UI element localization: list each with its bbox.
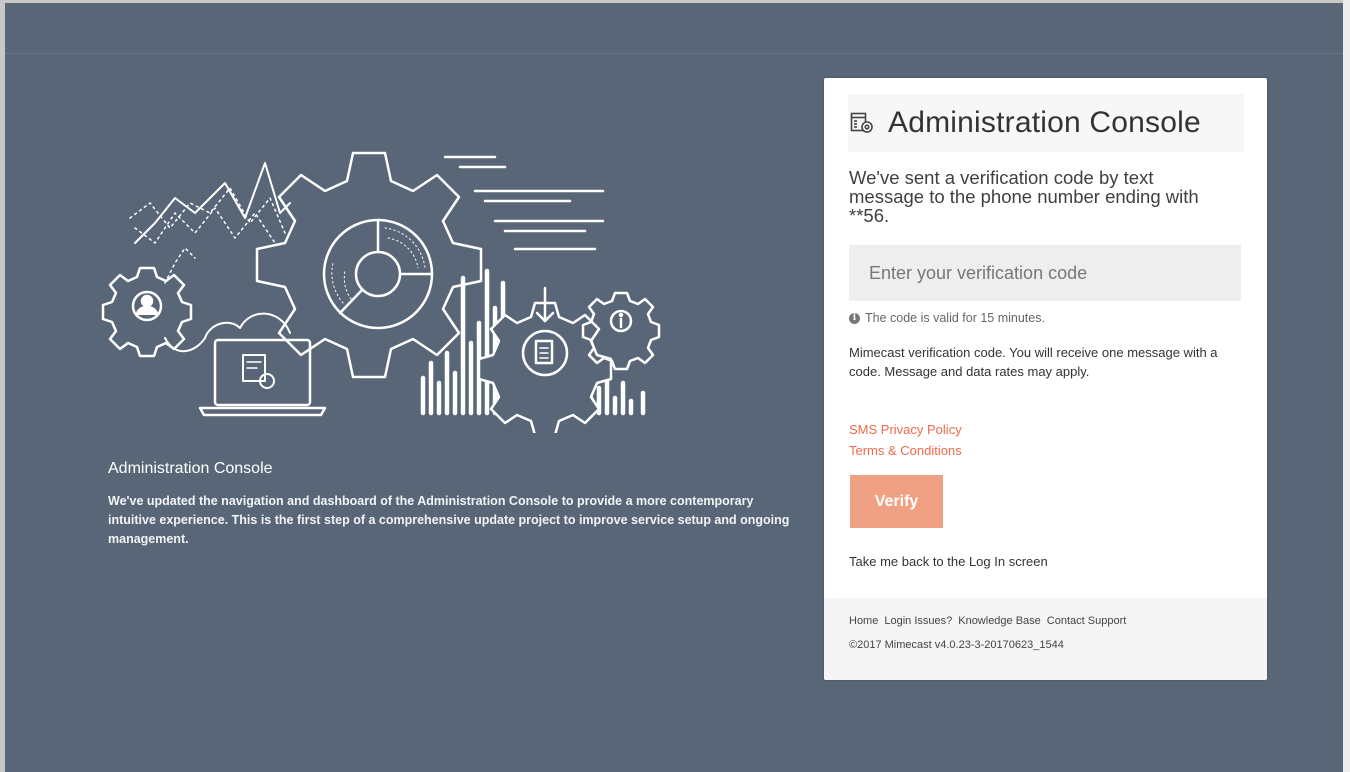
- footer-link-login-issues[interactable]: Login Issues?: [884, 615, 952, 627]
- verification-code-input[interactable]: [849, 245, 1241, 301]
- verification-card: Administration Console We've sent a veri…: [824, 78, 1267, 680]
- cloud-icon: [164, 312, 291, 353]
- info-icon: i: [849, 312, 860, 324]
- verification-message: We've sent a verification code by text m…: [849, 167, 1199, 226]
- validity-note: i The code is valid for 15 minutes.: [849, 311, 1045, 325]
- user-gear-icon: [101, 266, 193, 358]
- card-title: Administration Console: [888, 106, 1201, 139]
- header-divider: [5, 53, 1343, 54]
- footer-nav: Home Login Issues? Knowledge Base Contac…: [849, 615, 1126, 627]
- footer-link-contact-support[interactable]: Contact Support: [1047, 615, 1127, 627]
- hero-description: We've updated the navigation and dashboa…: [108, 494, 790, 546]
- copyright-text: ©2017 Mimecast v4.0.23-3-20170623_1544: [849, 639, 1064, 651]
- terms-link[interactable]: Terms & Conditions: [849, 443, 962, 458]
- footer-link-knowledge-base[interactable]: Knowledge Base: [958, 615, 1041, 627]
- verify-button[interactable]: Verify: [850, 475, 943, 528]
- card-footer: Home Login Issues? Knowledge Base Contac…: [824, 598, 1267, 680]
- window-border: [1343, 0, 1350, 772]
- admin-console-icon: [850, 112, 873, 133]
- donut-chart-icon: [322, 218, 434, 330]
- sms-notice: Mimecast verification code. You will rec…: [849, 345, 1218, 379]
- footer-link-home[interactable]: Home: [849, 615, 878, 627]
- hero-title: Administration Console: [108, 460, 273, 477]
- sms-privacy-link[interactable]: SMS Privacy Policy: [849, 422, 962, 437]
- hero-illustration: [101, 151, 661, 433]
- validity-note-text: The code is valid for 15 minutes.: [865, 311, 1045, 325]
- card-header: Administration Console: [848, 94, 1244, 152]
- large-gear-icon: [255, 151, 483, 379]
- text-lines-icon: [443, 155, 605, 251]
- back-to-login-link[interactable]: Take me back to the Log In screen: [849, 554, 1048, 569]
